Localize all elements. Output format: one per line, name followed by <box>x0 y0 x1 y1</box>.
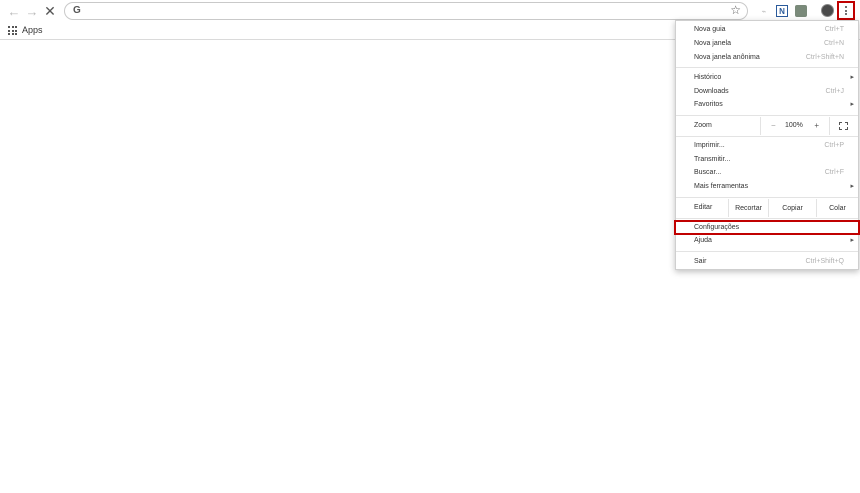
menu-edit-row: Editar Recortar Copiar Colar <box>676 199 858 217</box>
menu-item-exit[interactable]: Sair Ctrl+Shift+Q <box>676 255 858 268</box>
menu-item-cast[interactable]: Transmitir... <box>676 153 858 166</box>
menu-item-help[interactable]: Ajuda ▸ <box>676 234 858 247</box>
submenu-arrow-icon: ▸ <box>850 101 854 108</box>
menu-item-downloads[interactable]: Downloads Ctrl+J <box>676 85 858 98</box>
star-icon[interactable]: ☆ <box>730 3 741 17</box>
shortcut-label: Ctrl+N <box>823 40 844 47</box>
menu-item-incognito[interactable]: Nova janela anônima Ctrl+Shift+N <box>676 51 858 64</box>
menu-item-label: Nova guia <box>694 26 726 33</box>
shortcut-label: Ctrl+F <box>824 169 844 176</box>
extension-n-icon[interactable]: N <box>776 5 788 17</box>
apps-link[interactable]: Apps <box>22 25 43 35</box>
menu-separator <box>676 251 858 252</box>
menu-separator <box>676 218 858 219</box>
arrow-left-icon: ← <box>7 3 21 19</box>
menu-item-label: Mais ferramentas <box>694 183 749 190</box>
browser-menu-button[interactable] <box>837 1 855 20</box>
zoom-in-button[interactable]: + <box>814 121 819 130</box>
extension-icon[interactable]: ⌁ <box>758 5 770 17</box>
menu-separator <box>676 115 858 116</box>
zoom-label: Zoom <box>694 122 712 129</box>
menu-zoom-row: Zoom − 100% + <box>676 117 858 135</box>
menu-item-new-window[interactable]: Nova janela Ctrl+N <box>676 37 858 50</box>
edit-label: Editar <box>694 204 713 211</box>
menu-item-label: Favoritos <box>694 101 723 108</box>
menu-item-more-tools[interactable]: Mais ferramentas ▸ <box>676 180 858 193</box>
menu-item-find[interactable]: Buscar... Ctrl+F <box>676 166 858 179</box>
paste-button[interactable]: Colar <box>816 199 858 217</box>
avatar[interactable] <box>821 4 834 17</box>
menu-item-label: Downloads <box>694 88 729 95</box>
menu-item-label: Nova janela <box>694 40 731 47</box>
menu-dot <box>845 13 847 15</box>
shortcut-label: Ctrl+Shift+N <box>805 54 844 61</box>
menu-separator <box>676 136 858 137</box>
menu-item-label: Ajuda <box>694 237 712 244</box>
menu-item-label: Imprimir... <box>694 142 725 149</box>
submenu-arrow-icon: ▸ <box>850 183 854 190</box>
browser-menu: Nova guia Ctrl+T Nova janela Ctrl+N Nova… <box>674 20 860 270</box>
menu-item-label: Histórico <box>694 74 722 81</box>
menu-item-bookmarks[interactable]: Favoritos ▸ <box>676 98 858 111</box>
menu-item-label: Transmitir... <box>694 156 731 163</box>
shortcut-label: Ctrl+Shift+Q <box>805 258 844 265</box>
shortcut-label: Ctrl+P <box>824 142 844 149</box>
submenu-arrow-icon: ▸ <box>850 237 854 244</box>
menu-item-new-tab[interactable]: Nova guia Ctrl+T <box>676 23 858 36</box>
menu-item-label: Buscar... <box>694 169 722 176</box>
submenu-arrow-icon: ▸ <box>850 74 854 81</box>
address-bar[interactable]: G ☆ <box>64 2 748 20</box>
zoom-out-button[interactable]: − <box>771 121 776 130</box>
settings-highlight <box>674 220 860 235</box>
cut-button[interactable]: Recortar <box>728 199 768 217</box>
close-icon: ✕ <box>44 2 56 19</box>
shortcut-label: Ctrl+T <box>824 26 844 33</box>
google-icon: G <box>73 5 81 16</box>
menu-separator <box>676 197 858 198</box>
menu-item-label: Sair <box>694 258 707 265</box>
zoom-level: 100% <box>785 122 803 129</box>
arrow-right-icon: → <box>25 3 39 19</box>
menu-item-print[interactable]: Imprimir... Ctrl+P <box>676 139 858 152</box>
forward-button[interactable]: → <box>23 2 41 20</box>
menu-item-label: Nova janela anônima <box>694 54 760 61</box>
three-dots-vertical-icon <box>845 6 847 8</box>
zoom-controls: − 100% + <box>760 117 830 135</box>
menu-separator <box>676 67 858 68</box>
copy-button[interactable]: Copiar <box>768 199 816 217</box>
menu-item-history[interactable]: Histórico ▸ <box>676 71 858 84</box>
extension-icon[interactable] <box>795 5 807 17</box>
stop-button[interactable]: ✕ <box>41 2 59 20</box>
back-button[interactable]: ← <box>5 2 23 20</box>
shortcut-label: Ctrl+J <box>825 88 844 95</box>
apps-grid-icon[interactable] <box>8 26 17 35</box>
menu-dot <box>845 9 847 12</box>
fullscreen-icon[interactable] <box>839 122 848 130</box>
browser-toolbar: ← → ✕ G ☆ ⌁ N <box>0 0 860 22</box>
